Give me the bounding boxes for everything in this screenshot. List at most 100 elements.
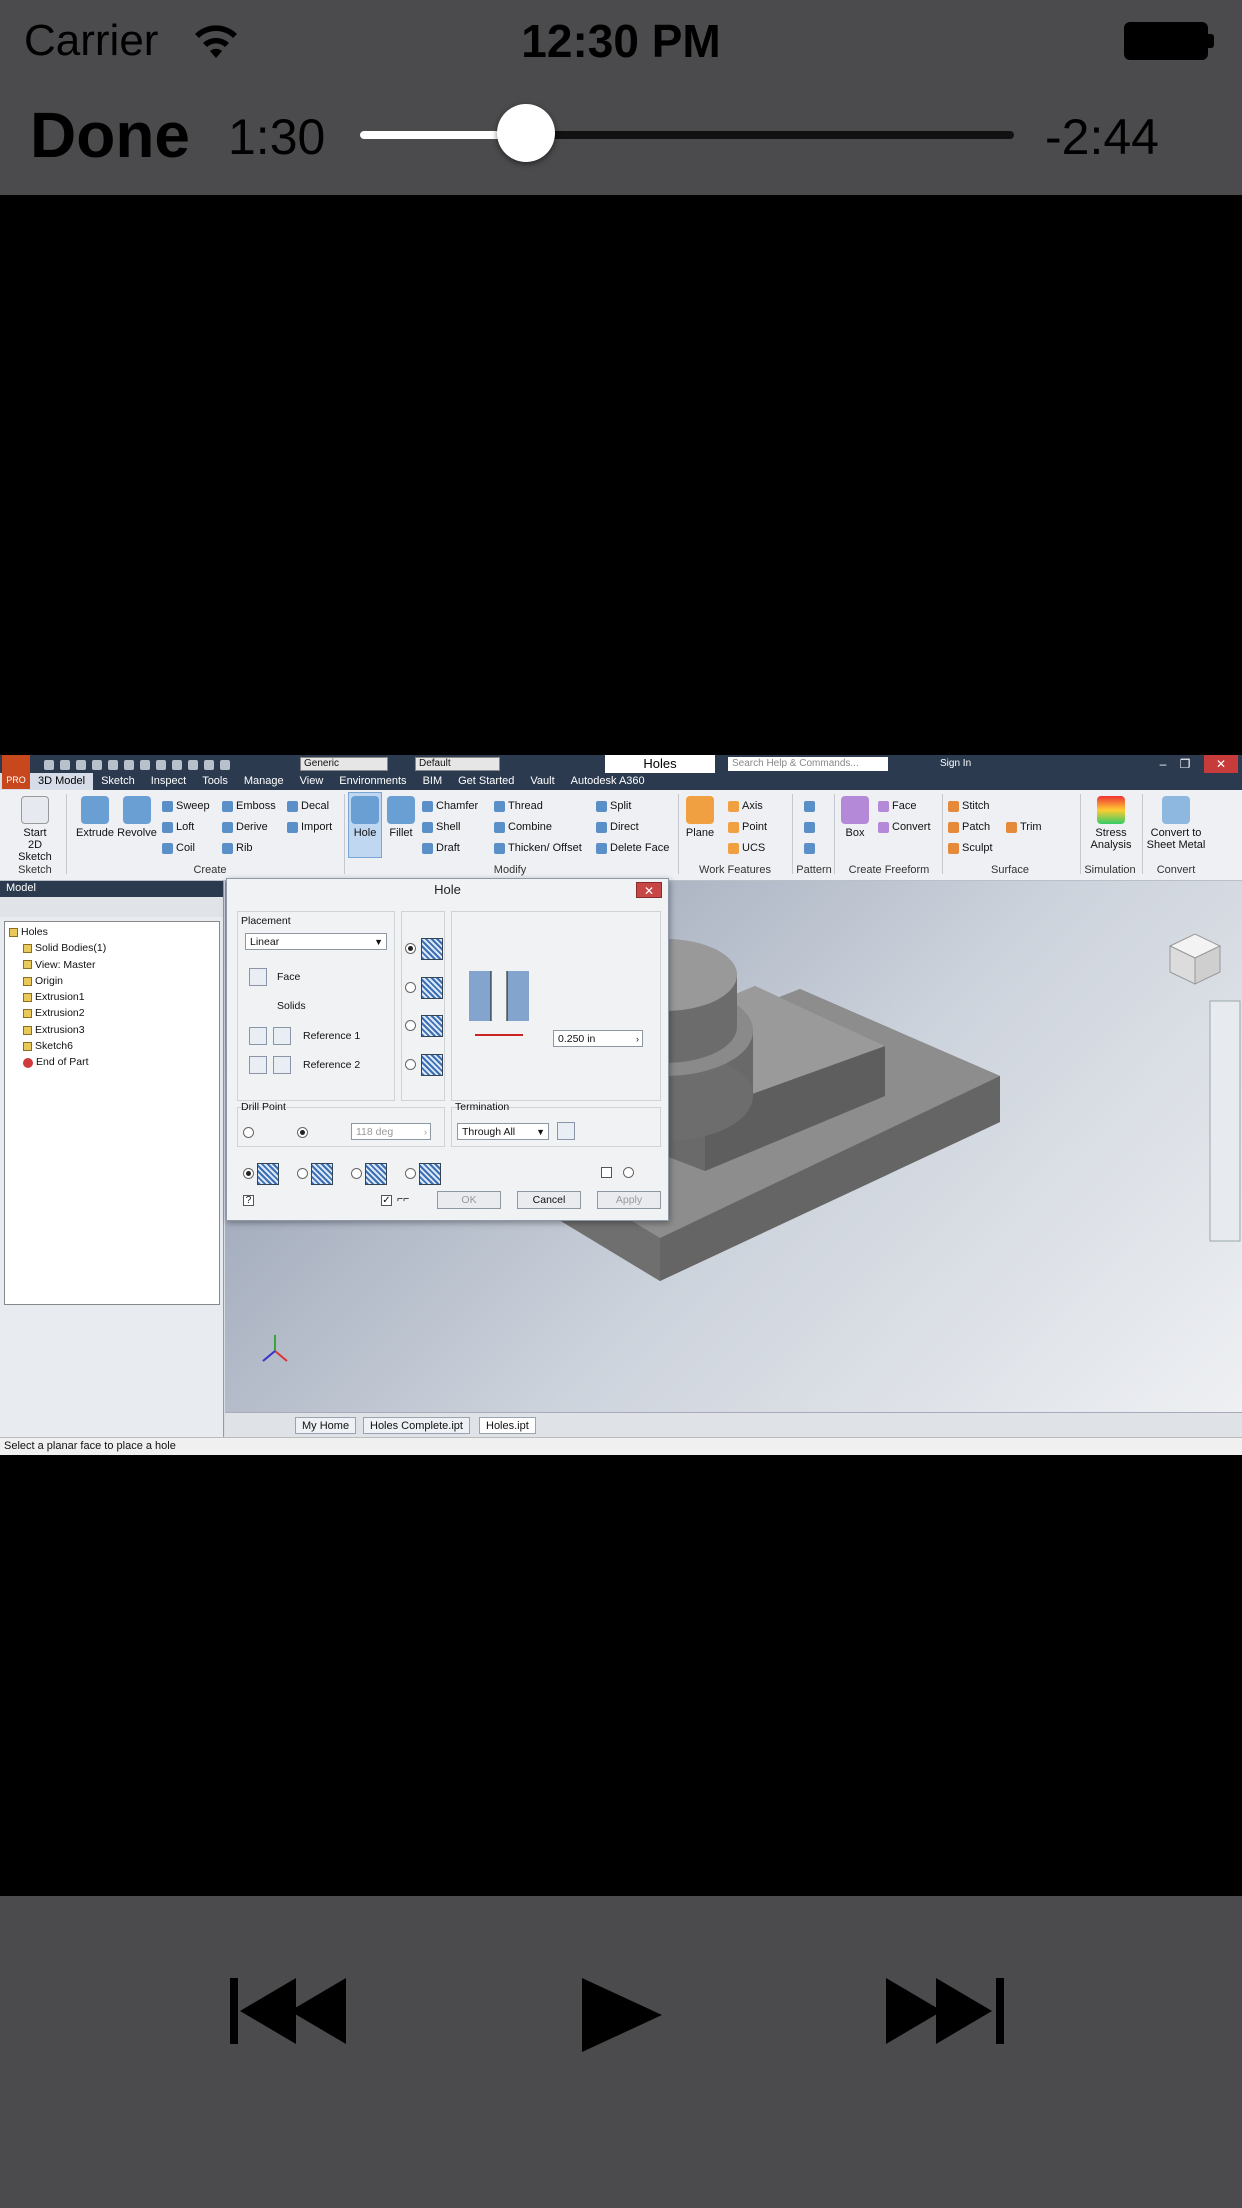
freeform-convert-button: Convert xyxy=(878,821,931,833)
convert-group-label: Convert xyxy=(1156,864,1196,876)
feature-icon xyxy=(23,1009,32,1019)
document-tabs: My Home Holes Complete.ipt Holes.ipt xyxy=(225,1412,1242,1437)
document-tab: My Home xyxy=(295,1417,357,1434)
elapsed-time: 1:30 xyxy=(228,109,326,165)
dialog-title: Hole xyxy=(434,882,461,897)
cancel-button: Cancel xyxy=(517,1191,581,1209)
derive-button: Derive xyxy=(222,821,268,833)
browser-toolbar xyxy=(0,897,223,917)
revolve-button: Revolve xyxy=(116,796,158,839)
simulation-group-label: Simulation xyxy=(1084,864,1136,876)
hole-preview-icon xyxy=(469,971,529,1036)
axis-button: Axis xyxy=(728,800,763,812)
tree-item: Extrusion2 xyxy=(9,1005,215,1021)
feature-icon xyxy=(9,927,18,937)
close-icon: ✕ xyxy=(1204,755,1238,773)
restore-icon: ❐ xyxy=(1179,757,1191,771)
ribbon-tab: Sketch xyxy=(101,775,135,787)
thread-button: Thread xyxy=(494,800,543,812)
modify-group-label: Modify xyxy=(493,864,527,876)
preview-checkbox: ✓ xyxy=(381,1195,392,1206)
feature-icon xyxy=(23,976,32,986)
scrubber-thumb[interactable] xyxy=(497,104,556,162)
extrude-button: Extrude xyxy=(74,796,116,839)
skip-forward-icon[interactable] xyxy=(884,1976,1014,2046)
appearance-combo: Default xyxy=(415,757,500,771)
stitch-button: Stitch xyxy=(948,800,990,812)
work-features-group-label: Work Features xyxy=(699,864,771,876)
drill-angle-radio xyxy=(297,1127,308,1138)
reference2-flip-button xyxy=(273,1056,291,1074)
emboss-button: Emboss xyxy=(222,800,276,812)
ribbon-tabs: 3D Model Sketch Inspect Tools Manage View Envi… xyxy=(30,773,1242,790)
document-tab: Holes.ipt xyxy=(479,1417,536,1434)
ok-button: OK xyxy=(437,1191,501,1209)
diameter-field: 0.250 in › xyxy=(553,1030,643,1047)
reference1-flip-button xyxy=(273,1027,291,1045)
feature-icon xyxy=(23,944,32,954)
video-frame[interactable]: Generic Default Holes Search Help & Comm… xyxy=(0,755,1242,1455)
face-select-button xyxy=(249,968,267,986)
drill-angle-field: 118 deg › xyxy=(351,1123,431,1140)
ribbon-tab: View xyxy=(299,775,324,787)
taper-tapped-icon xyxy=(419,1163,441,1185)
ucs-button: UCS xyxy=(728,842,765,854)
convert-sheet-metal-button: Convert to Sheet Metal xyxy=(1144,796,1208,851)
view-cube xyxy=(1168,933,1222,985)
sculpt-button: Sculpt xyxy=(948,842,993,854)
shell-button: Shell xyxy=(422,821,460,833)
graphics-viewport: Hole ✕ Placement Linear ▼ Face Solids Ref… xyxy=(225,878,1242,1412)
remaining-time: -2:44 xyxy=(1045,109,1159,165)
battery-icon xyxy=(1124,22,1214,60)
tree-item: End of Part xyxy=(9,1054,215,1070)
simple-hole-icon xyxy=(421,938,443,960)
tree-item: Holes xyxy=(9,924,215,940)
end-of-part-icon xyxy=(23,1057,33,1068)
box-button: Box xyxy=(838,796,872,839)
axis-triad xyxy=(262,1335,288,1362)
play-icon[interactable] xyxy=(578,1976,664,2054)
model-browser: Model Holes Solid Bodies(1) View: Master Or… xyxy=(0,881,224,1437)
glasses-icon: ⌐⌐ xyxy=(397,1193,410,1205)
combine-button: Combine xyxy=(494,821,552,833)
fillet-button: Fillet xyxy=(384,796,418,839)
dialog-close-icon: ✕ xyxy=(636,882,662,898)
tree-item: Extrusion3 xyxy=(9,1022,215,1038)
option-checkbox xyxy=(601,1167,612,1178)
termination-label: Termination xyxy=(455,1101,510,1113)
sketch-group-label: Sketch xyxy=(18,864,52,876)
apply-button: Apply xyxy=(597,1191,661,1209)
ribbon-tab: Tools xyxy=(202,775,228,787)
drill-flat-radio xyxy=(243,1127,254,1138)
reference2-label: Reference 2 xyxy=(303,1059,361,1071)
freeform-face-button: Face xyxy=(878,800,916,812)
skip-back-icon[interactable] xyxy=(228,1976,358,2046)
hole-type-radio-counterbore xyxy=(405,982,416,993)
sweep-button: Sweep xyxy=(162,800,210,812)
done-button[interactable]: Done xyxy=(30,98,190,172)
split-button: Split xyxy=(596,800,631,812)
iso-icon xyxy=(623,1167,634,1178)
clearance-icon xyxy=(311,1163,333,1185)
solids-label: Solids xyxy=(277,1000,306,1012)
chamfer-button: Chamfer xyxy=(422,800,478,812)
ribbon-tab: Manage xyxy=(243,775,284,787)
model-tree: Holes Solid Bodies(1) View: Master Origin Ex… xyxy=(4,921,220,1305)
plane-button: Plane xyxy=(682,796,718,839)
hole-type-radio-spotface xyxy=(405,1020,416,1031)
app-status-message: Select a planar face to place a hole xyxy=(0,1437,1242,1455)
spotface-icon xyxy=(421,1015,443,1037)
point-button: Point xyxy=(728,821,767,833)
minimize-icon: – xyxy=(1159,757,1167,771)
sign-in: Sign In xyxy=(940,758,972,769)
thread-type-radio-simple xyxy=(243,1168,254,1179)
create-freeform-group-label: Create Freeform xyxy=(848,864,930,876)
face-label: Face xyxy=(277,971,301,983)
feature-icon xyxy=(23,1041,32,1051)
start-sketch-button: Start 2D Sketch xyxy=(10,796,60,863)
help-icon: ? xyxy=(243,1195,254,1206)
draft-button: Draft xyxy=(422,842,460,854)
stress-analysis-button: Stress Analysis xyxy=(1084,796,1138,851)
scrubber-track[interactable] xyxy=(360,131,1014,139)
playback-controls xyxy=(0,1896,1242,2208)
